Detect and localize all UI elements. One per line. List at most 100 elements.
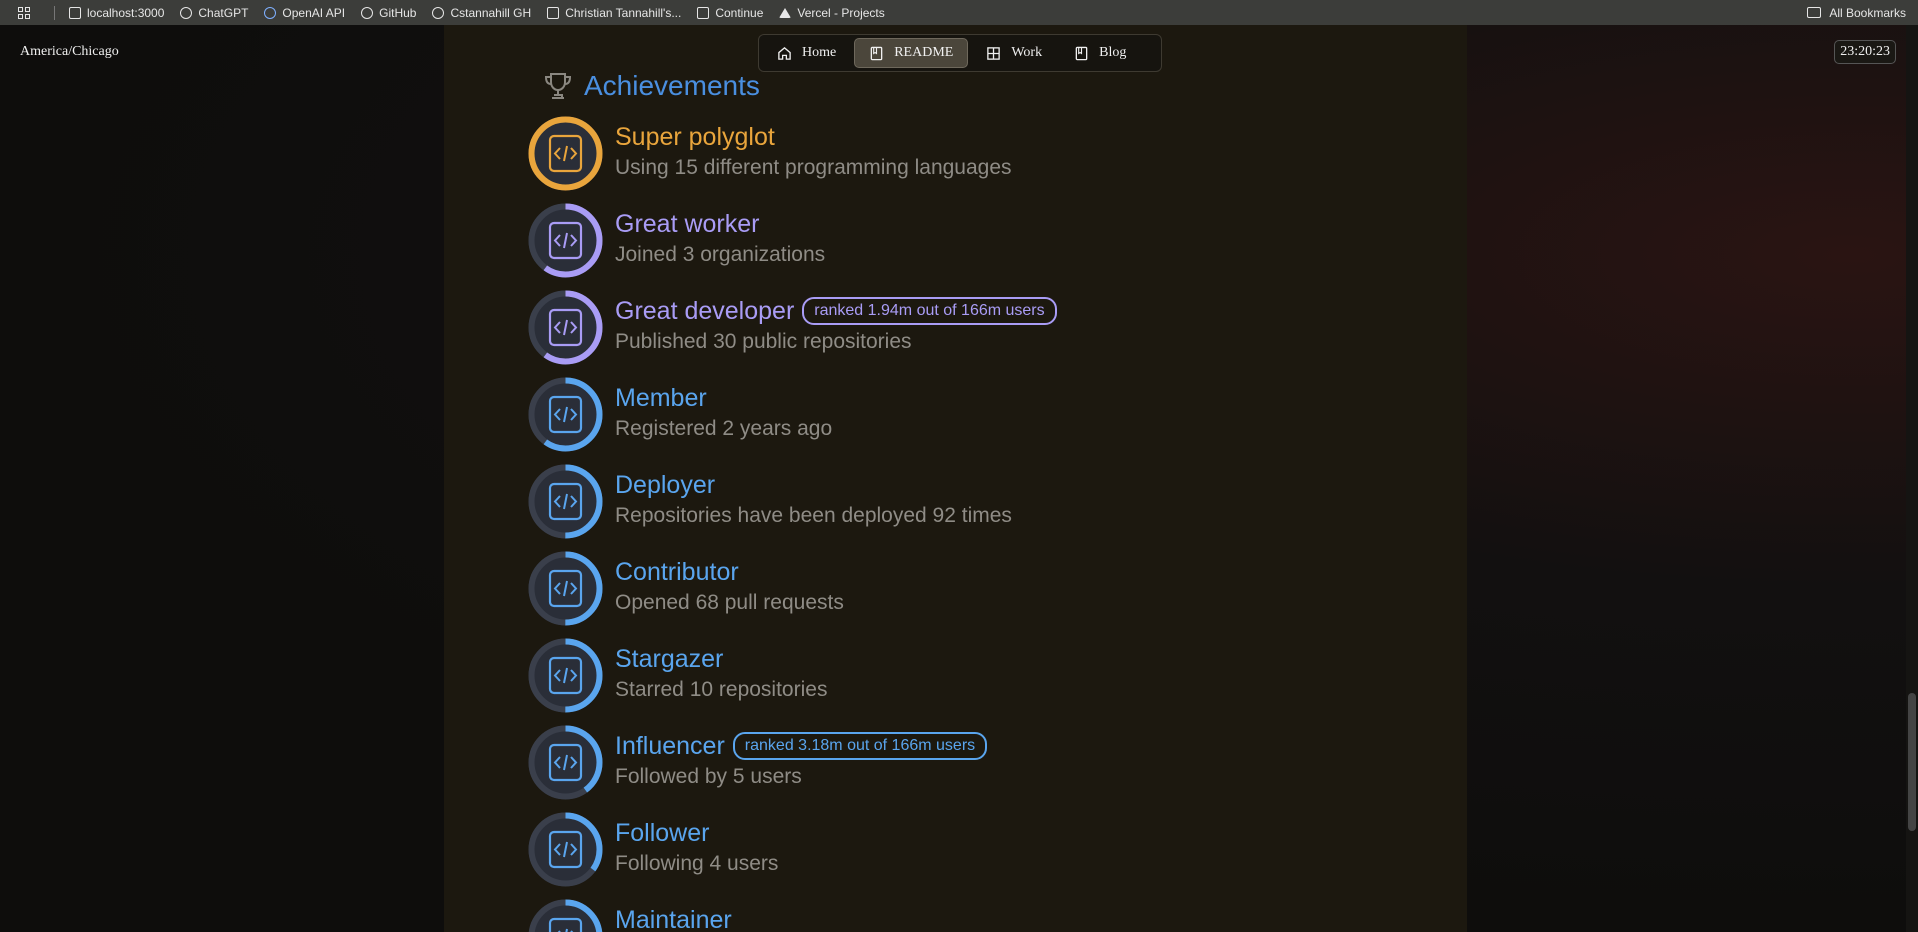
nav-work[interactable]: Work	[972, 38, 1056, 68]
bookmark-chatgpt[interactable]: ChatGPT	[180, 6, 248, 20]
rank-badge: ranked 1.94m out of 166m users	[802, 297, 1057, 325]
apps-grid-icon[interactable]	[18, 6, 44, 19]
pull-request-icon	[528, 551, 603, 626]
follow-icon	[528, 812, 603, 887]
achievement-item: Maintainer	[528, 899, 732, 932]
achievement-title-row: Member	[615, 383, 832, 413]
achievement-text: Great worker Joined 3 organizations	[615, 209, 825, 269]
achievement-item: Follower Following 4 users	[528, 812, 778, 887]
bookmark-christian-tannahill[interactable]: Christian Tannahill's...	[547, 6, 681, 20]
bookmark-label: Continue	[715, 5, 764, 20]
bookmark-label: OpenAI API	[282, 5, 346, 20]
achievement-description: Joined 3 organizations	[615, 243, 826, 266]
achievement-description: Opened 68 pull requests	[615, 591, 844, 614]
bookmark-github[interactable]: GitHub	[361, 6, 416, 20]
all-bookmarks-label: All Bookmarks	[1829, 5, 1906, 20]
bookmark-localhost[interactable]: localhost:3000	[69, 6, 164, 20]
nav-home[interactable]: Home	[763, 38, 850, 68]
bookmark-vercel[interactable]: Vercel - Projects	[779, 5, 885, 20]
bookmark-label: Cstannahill GH	[450, 5, 532, 20]
achievement-item: Deployer Repositories have been deployed …	[528, 464, 1012, 539]
page-scrollbar[interactable]	[1906, 25, 1918, 932]
achievement-item: Member Registered 2 years ago	[528, 377, 832, 452]
achievement-title-row: Maintainer	[615, 905, 732, 932]
code-window-icon	[528, 290, 603, 365]
achievement-text: Influencer ranked 3.18m out of 166m users…	[615, 731, 988, 791]
achievement-title[interactable]: Maintainer	[615, 905, 732, 932]
bookmark-openai-api[interactable]: OpenAI API	[264, 6, 345, 20]
achievement-title[interactable]: Great developer	[615, 296, 794, 326]
rank-badge: ranked 3.18m out of 166m users	[732, 732, 988, 760]
achievement-description: Repositories have been deployed 92 times	[615, 504, 1012, 527]
achievement-title[interactable]: Great worker	[615, 209, 759, 239]
page-icon	[547, 6, 560, 19]
folder-icon	[1807, 7, 1822, 18]
achievements-heading: Achievements	[542, 70, 760, 102]
bookmark-label: Vercel - Projects	[797, 5, 885, 20]
bookmark-label: localhost:3000	[87, 5, 165, 20]
achievement-item: Super polyglot Using 15 different program…	[528, 116, 1012, 191]
achievement-title-row: Great developer ranked 1.94m out of 166m …	[615, 296, 1057, 326]
nav-home-label: Home	[802, 45, 837, 60]
achievement-title-row: Follower	[615, 818, 778, 848]
continue-icon	[697, 6, 710, 19]
section-title: Achievements	[584, 70, 760, 101]
achievement-description: Following 4 users	[615, 852, 779, 875]
achievement-text: Great developer ranked 1.94m out of 166m …	[615, 296, 1057, 356]
achievement-description: Registered 2 years ago	[615, 417, 833, 440]
network-icon	[528, 725, 603, 800]
page-icon	[69, 6, 81, 19]
achievement-text: Super polyglot Using 15 different program…	[615, 122, 1012, 182]
achievement-text: Contributor Opened 68 pull requests	[615, 557, 844, 617]
bookmark-label: GitHub	[379, 5, 417, 20]
achievement-description: Followed by 5 users	[615, 765, 802, 788]
all-bookmarks-button[interactable]: All Bookmarks	[1807, 0, 1906, 25]
bookmark-continue[interactable]: Continue	[697, 6, 763, 20]
scrollbar-thumb[interactable]	[1908, 693, 1916, 831]
achievement-text: Maintainer	[615, 905, 732, 932]
timezone-label: America/Chicago	[20, 44, 119, 59]
trophy-icon	[544, 73, 572, 99]
bookmark-cstannahill-gh[interactable]: Cstannahill GH	[432, 6, 531, 20]
achievement-title-row: Stargazer	[615, 644, 827, 674]
nav-blog-label: Blog	[1099, 45, 1127, 60]
achievement-item: Great worker Joined 3 organizations	[528, 203, 825, 278]
bookmarks-divider	[54, 5, 55, 20]
openai-icon	[264, 6, 277, 19]
achievement-text: Deployer Repositories have been deployed …	[615, 470, 1012, 530]
book-icon	[1075, 46, 1088, 60]
achievement-title[interactable]: Member	[615, 383, 707, 413]
code-cards-icon	[528, 116, 603, 191]
cake-icon	[528, 377, 603, 452]
achievement-title[interactable]: Contributor	[615, 557, 739, 587]
hand-star-icon	[528, 638, 603, 713]
achievement-description: Starred 10 repositories	[615, 678, 828, 701]
bookmark-label: Christian Tannahill's...	[565, 5, 682, 20]
achievement-title[interactable]: Super polyglot	[615, 122, 775, 152]
achievement-item: Contributor Opened 68 pull requests	[528, 551, 844, 626]
achievement-title-row: Influencer ranked 3.18m out of 166m users	[615, 731, 988, 761]
achievement-item: Influencer ranked 3.18m out of 166m users…	[528, 725, 988, 800]
achievement-description: Using 15 different programming languages	[615, 156, 1012, 179]
achievement-title[interactable]: Follower	[615, 818, 709, 848]
achievement-text: Stargazer Starred 10 repositories	[615, 644, 827, 704]
achievement-text: Member Registered 2 years ago	[615, 383, 832, 443]
nav-blog[interactable]: Blog	[1060, 38, 1140, 68]
top-navigation: Home README Work Blog	[758, 34, 1162, 72]
achievement-text: Follower Following 4 users	[615, 818, 778, 878]
achievement-item: Stargazer Starred 10 repositories	[528, 638, 827, 713]
achievement-title[interactable]: Influencer	[615, 731, 725, 761]
book-icon	[870, 46, 883, 60]
nav-readme[interactable]: README	[854, 38, 969, 68]
grid-icon	[987, 46, 1001, 60]
achievement-title[interactable]: Stargazer	[615, 644, 723, 674]
achievement-title-row: Contributor	[615, 557, 844, 587]
achievement-title[interactable]: Deployer	[615, 470, 715, 500]
organization-icon	[528, 203, 603, 278]
nav-work-label: Work	[1011, 45, 1043, 60]
clock-display: 23:20:23	[1834, 40, 1896, 64]
achievement-item: Great developer ranked 1.94m out of 166m …	[528, 290, 1057, 365]
rocket-icon	[528, 464, 603, 539]
achievement-title-row: Deployer	[615, 470, 1012, 500]
github-icon	[361, 6, 374, 19]
